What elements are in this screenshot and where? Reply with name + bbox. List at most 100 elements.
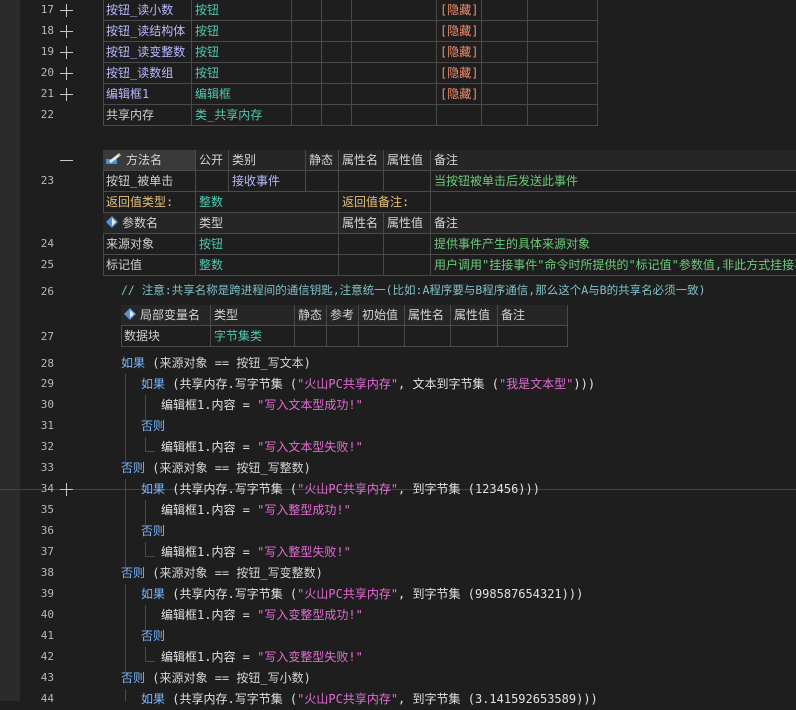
var-type[interactable]: 按钮 bbox=[192, 0, 292, 21]
code-line[interactable]: 如果 (共享内存.写字节集 ("火山PC共享内存", 到字节集 (123456)… bbox=[141, 479, 540, 500]
line-number: 35 bbox=[40, 503, 54, 516]
line-number: 19 bbox=[40, 45, 54, 58]
var-type[interactable]: 按钮 bbox=[192, 63, 292, 84]
param-name-header: 参数名 bbox=[103, 213, 196, 234]
line-number: 21 bbox=[40, 87, 54, 100]
expand-icon[interactable] bbox=[60, 88, 73, 101]
expand-icon[interactable] bbox=[60, 46, 73, 59]
code-line[interactable]: 编辑框1.内容 = "写入文本型失败!" bbox=[161, 437, 363, 458]
line-number: 25 bbox=[40, 258, 54, 271]
var-name[interactable]: 编辑框1 bbox=[103, 84, 192, 105]
public-header: 公开 bbox=[196, 150, 229, 171]
collapse-icon[interactable] bbox=[60, 160, 73, 161]
expand-icon[interactable] bbox=[60, 483, 73, 496]
var-attr[interactable]: [隐藏] bbox=[437, 0, 482, 21]
param-note[interactable]: 提供事件产生的具体来源对象 bbox=[431, 234, 796, 255]
line-number: 39 bbox=[40, 587, 54, 600]
local-attr-value-header: 属性值 bbox=[451, 305, 498, 326]
var-name[interactable]: 按钮_读数组 bbox=[103, 63, 192, 84]
editor-gutter bbox=[0, 0, 20, 701]
var-attr[interactable]: [隐藏] bbox=[437, 21, 482, 42]
return-note-label: 返回值备注: bbox=[339, 192, 431, 213]
line-number: 44 bbox=[40, 692, 54, 705]
code-line[interactable]: 如果 (共享内存.写字节集 ("火山PC共享内存", 文本到字节集 ("我是文本… bbox=[141, 374, 595, 395]
code-line[interactable]: 否则 bbox=[141, 521, 165, 542]
code-line[interactable]: 编辑框1.内容 = "写入文本型成功!" bbox=[161, 395, 363, 416]
var-attr[interactable]: [隐藏] bbox=[437, 84, 482, 105]
var-type[interactable]: 类_共享内存 bbox=[192, 105, 292, 126]
local-init-header: 初始值 bbox=[359, 305, 405, 326]
return-note-value[interactable] bbox=[431, 192, 796, 213]
local-static-header: 静态 bbox=[295, 305, 327, 326]
local-var-type[interactable]: 字节集类 bbox=[211, 326, 295, 347]
method-name[interactable]: 按钮_被单击 bbox=[103, 171, 196, 192]
attr-name-header: 属性名 bbox=[339, 150, 384, 171]
line-number: 41 bbox=[40, 629, 54, 642]
blue-diamond-icon bbox=[106, 214, 118, 234]
code-line[interactable]: 如果 (来源对象 == 按钮_写文本) bbox=[121, 353, 311, 374]
line-number: 17 bbox=[40, 3, 54, 16]
param-type[interactable]: 按钮 bbox=[196, 234, 339, 255]
code-line[interactable]: 否则 (来源对象 == 按钮_写整数) bbox=[121, 458, 311, 479]
expand-icon[interactable] bbox=[60, 25, 73, 38]
local-ref-header: 参考 bbox=[327, 305, 359, 326]
line-number: 30 bbox=[40, 398, 54, 411]
local-note-header: 备注 bbox=[498, 305, 568, 326]
var-attr[interactable]: [隐藏] bbox=[437, 42, 482, 63]
code-line[interactable]: 如果 (共享内存.写字节集 ("火山PC共享内存", 到字节集 (3.14159… bbox=[141, 689, 598, 710]
param-note-header: 备注 bbox=[431, 213, 796, 234]
method-name-header: 方法名 bbox=[103, 150, 196, 171]
pencil-key-icon bbox=[106, 151, 122, 171]
param-name[interactable]: 标记值 bbox=[103, 255, 196, 276]
param-type-header: 类型 bbox=[196, 213, 339, 234]
param-type[interactable]: 整数 bbox=[196, 255, 339, 276]
var-name[interactable]: 共享内存 bbox=[103, 105, 192, 126]
local-name-header: 局部变量名 bbox=[121, 305, 211, 326]
code-line[interactable]: 编辑框1.内容 = "写入整型失败!" bbox=[161, 542, 351, 563]
line-number: 20 bbox=[40, 66, 54, 79]
line-number: 33 bbox=[40, 461, 54, 474]
line-number: 43 bbox=[40, 671, 54, 684]
code-line[interactable]: 否则 (来源对象 == 按钮_写变整数) bbox=[121, 563, 323, 584]
line-number: 36 bbox=[40, 524, 54, 537]
line-number: 38 bbox=[40, 566, 54, 579]
var-attr[interactable]: [隐藏] bbox=[437, 63, 482, 84]
var-type[interactable]: 按钮 bbox=[192, 21, 292, 42]
param-note[interactable]: 用户调用"挂接事件"命令时所提供的"标记值"参数值,非此方式挂接事件 bbox=[431, 255, 796, 276]
code-line[interactable]: 否则 bbox=[141, 626, 165, 647]
line-number: 40 bbox=[40, 608, 54, 621]
code-line[interactable]: 否则 (来源对象 == 按钮_写小数) bbox=[121, 668, 311, 689]
var-name[interactable]: 按钮_读变整数 bbox=[103, 42, 192, 63]
var-name[interactable]: 按钮_读小数 bbox=[103, 0, 192, 21]
line-number: 37 bbox=[40, 545, 54, 558]
param-attr-name-header: 属性名 bbox=[339, 213, 384, 234]
line-number: 28 bbox=[40, 357, 54, 370]
line-number: 29 bbox=[40, 377, 54, 390]
code-line[interactable]: 如果 (共享内存.写字节集 ("火山PC共享内存", 到字节集 (9985876… bbox=[141, 584, 583, 605]
line-number: 23 bbox=[40, 174, 54, 187]
expand-icon[interactable] bbox=[60, 4, 73, 17]
method-public[interactable] bbox=[196, 171, 229, 192]
var-type[interactable]: 按钮 bbox=[192, 42, 292, 63]
method-note[interactable]: 当按钮被单击后发送此事件 bbox=[431, 171, 796, 192]
expand-icon[interactable] bbox=[60, 67, 73, 80]
attr-value-header: 属性值 bbox=[384, 150, 431, 171]
note-header: 备注 bbox=[431, 150, 796, 171]
code-line[interactable]: 否则 bbox=[141, 416, 165, 437]
blue-diamond-icon bbox=[124, 306, 136, 326]
code-comment[interactable]: // 注意:共享名称是跨进程间的通信钥匙,注意统一(比如:A程序要与B程序通信,… bbox=[121, 280, 706, 301]
var-name[interactable]: 按钮_读结构体 bbox=[103, 21, 192, 42]
method-kind[interactable]: 接收事件 bbox=[229, 171, 306, 192]
code-line[interactable]: 编辑框1.内容 = "写入整型成功!" bbox=[161, 500, 351, 521]
return-type-value[interactable]: 整数 bbox=[196, 192, 339, 213]
param-attr-value-header: 属性值 bbox=[384, 213, 431, 234]
line-number: 24 bbox=[40, 237, 54, 250]
local-var-name[interactable]: 数据块 bbox=[121, 326, 211, 347]
line-number: 27 bbox=[40, 330, 54, 343]
param-name[interactable]: 来源对象 bbox=[103, 234, 196, 255]
var-type[interactable]: 编辑框 bbox=[192, 84, 292, 105]
code-line[interactable]: 编辑框1.内容 = "写入变整型失败!" bbox=[161, 647, 363, 668]
code-line[interactable]: 编辑框1.内容 = "写入变整型成功!" bbox=[161, 605, 363, 626]
return-type-label: 返回值类型: bbox=[103, 192, 196, 213]
line-number: 18 bbox=[40, 24, 54, 37]
